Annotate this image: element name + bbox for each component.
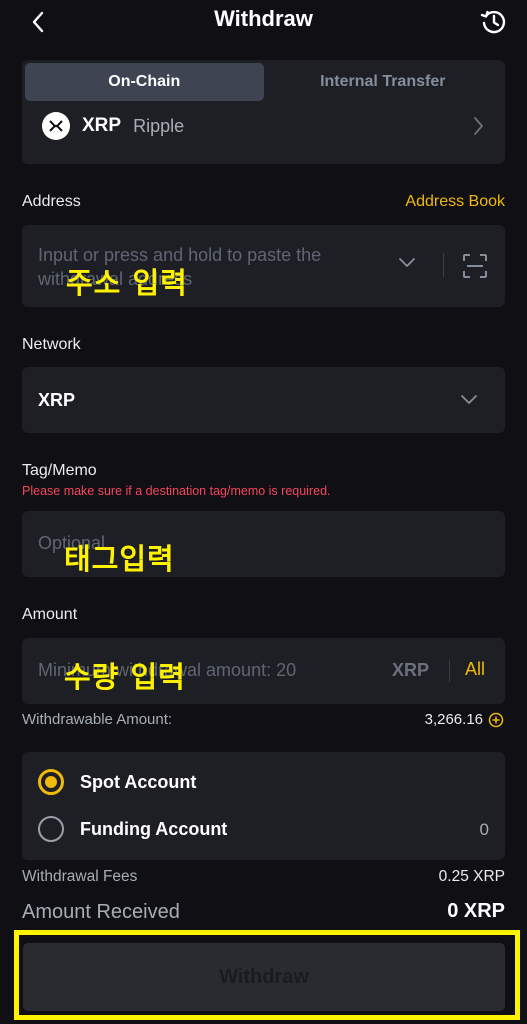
all-button[interactable]: All (465, 659, 485, 680)
tag-warning: Please make sure if a destination tag/me… (22, 484, 331, 498)
withdrawable-value: 3,266.16 (424, 711, 483, 728)
transfer-tabs: On-Chain Internal Transfer (25, 63, 502, 101)
coin-card: On-Chain Internal Transfer XRP Ripple (22, 60, 505, 164)
network-label: Network (22, 336, 81, 353)
account-selector: Spot Account Funding Account 0 (22, 752, 505, 860)
address-placeholder: Input or press and hold to paste the wit… (38, 245, 322, 289)
funding-account-option[interactable]: Funding Account (38, 816, 227, 842)
spot-account-option[interactable]: Spot Account (38, 769, 196, 795)
plus-circle-icon[interactable] (488, 712, 504, 728)
xrp-logo-icon (42, 112, 70, 140)
funding-account-balance: 0 (479, 820, 489, 839)
page-title: Withdraw (214, 6, 313, 31)
network-selector[interactable]: XRP (22, 367, 505, 433)
address-label: Address (22, 193, 81, 210)
tab-on-chain[interactable]: On-Chain (25, 63, 264, 101)
amount-unit: XRP (392, 660, 430, 680)
history-icon (480, 10, 506, 34)
coin-selector[interactable]: XRP Ripple (42, 110, 485, 142)
scan-icon[interactable] (462, 253, 488, 279)
amount-input[interactable]: Minimum withdrawal amount: 20 XRP All (22, 638, 505, 704)
coin-name: Ripple (133, 115, 185, 136)
amount-label: Amount (22, 606, 78, 623)
tab-internal-transfer[interactable]: Internal Transfer (264, 63, 503, 101)
amount-received-value: 0 XRP (447, 900, 505, 922)
withdrawable-label: Withdrawable Amount: (22, 711, 173, 728)
fees-label: Withdrawal Fees (22, 868, 138, 885)
chevron-down-icon[interactable] (398, 257, 416, 269)
funding-account-label: Funding Account (80, 818, 228, 839)
radio-checked-icon (38, 769, 64, 795)
network-value: XRP (38, 390, 76, 410)
address-input[interactable]: Input or press and hold to paste the wit… (22, 225, 505, 307)
fees-value: 0.25 XRP (438, 868, 505, 885)
tag-label: Tag/Memo (22, 462, 97, 479)
chevron-right-icon (474, 117, 483, 135)
tag-placeholder: Optional (38, 533, 106, 553)
divider (443, 253, 444, 277)
radio-unchecked-icon (38, 816, 64, 842)
spot-account-label: Spot Account (80, 771, 197, 792)
tag-input[interactable]: Optional (22, 511, 505, 577)
divider (449, 660, 450, 682)
amount-received-label: Amount Received (22, 901, 180, 923)
chevron-down-icon (461, 395, 477, 404)
history-button[interactable] (478, 6, 510, 38)
address-book-link[interactable]: Address Book (405, 193, 505, 211)
amount-placeholder: Minimum withdrawal amount: 20 (38, 660, 297, 680)
withdraw-button[interactable]: Withdraw (23, 943, 505, 1011)
coin-symbol: XRP (82, 115, 122, 136)
